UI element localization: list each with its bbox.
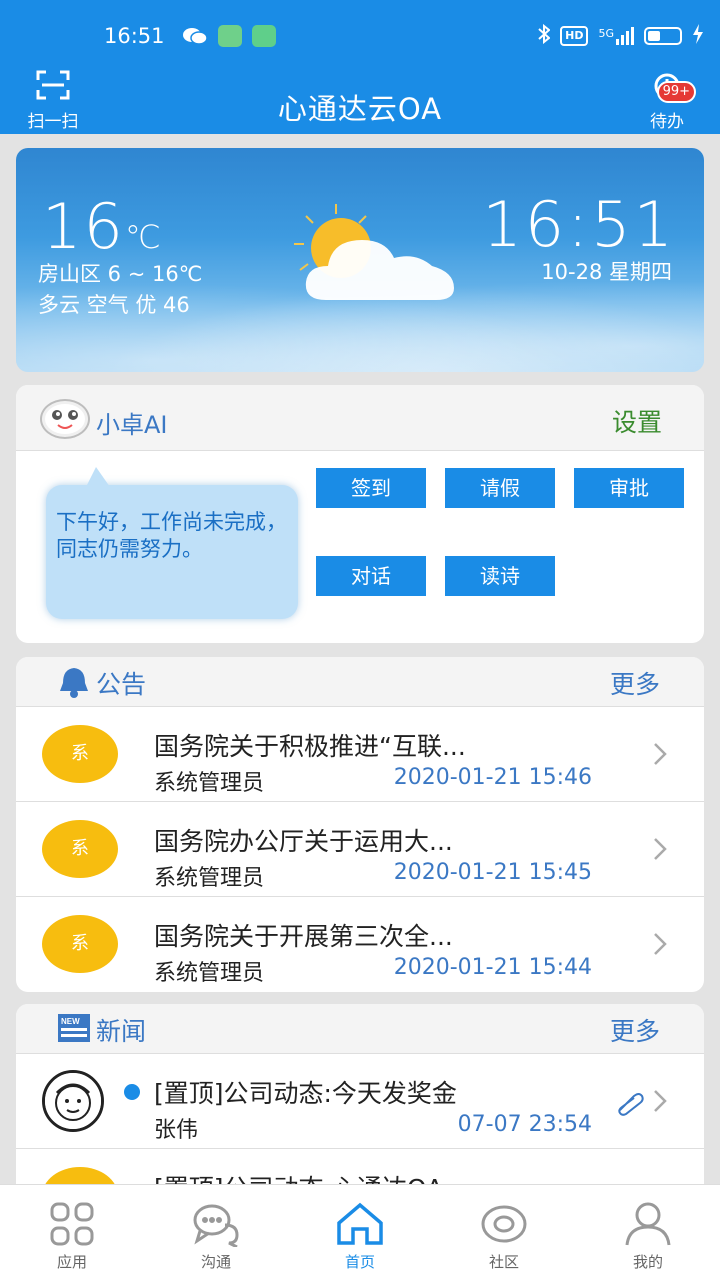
notice-item-date: 2020-01-21 15:46 xyxy=(393,765,592,790)
chat-icon xyxy=(191,1201,241,1249)
ai-assistant-card: 小卓AI 设置 下午好，工作尚未完成，同志仍需努力。 签到 请假 审批 对话 读… xyxy=(16,385,704,643)
chevron-right-icon xyxy=(652,1088,668,1114)
status-right: HD 5G xyxy=(538,23,704,48)
bluetooth-icon xyxy=(538,23,551,48)
wechat-icon xyxy=(182,25,208,47)
nav-apps[interactable]: 应用 xyxy=(0,1185,144,1280)
chevron-right-icon xyxy=(652,741,668,767)
notice-row[interactable]: 系 国务院关于积极推进“互联... 系统管理员 2020-01-21 15:46 xyxy=(16,707,704,802)
notice-item-author: 系统管理员 xyxy=(154,771,265,796)
network-label: 5G xyxy=(598,27,614,40)
bell-icon xyxy=(56,665,92,699)
approve-button[interactable]: 审批 xyxy=(574,468,684,508)
nav-chat-label: 沟通 xyxy=(200,1253,231,1271)
notice-row[interactable]: 系 国务院关于开展第三次全... 系统管理员 2020-01-21 15:44 xyxy=(16,897,704,992)
ai-title: 小卓AI xyxy=(96,411,168,439)
nav-apps-label: 应用 xyxy=(56,1253,87,1271)
ai-card-header: 小卓AI 设置 xyxy=(16,385,704,451)
location-range: 房山区 6 ~ 16℃ xyxy=(38,262,203,286)
news-more-link[interactable]: 更多 xyxy=(610,1012,660,1048)
ai-settings-button[interactable]: 设置 xyxy=(612,403,662,439)
todo-icon: 99+ xyxy=(650,73,696,104)
poem-button[interactable]: 读诗 xyxy=(445,556,555,596)
nav-home[interactable]: 首页 xyxy=(288,1185,432,1280)
partly-cloudy-icon xyxy=(286,200,466,310)
shop-app-icon xyxy=(252,25,276,47)
profile-icon xyxy=(623,1201,673,1247)
dialog-button[interactable]: 对话 xyxy=(316,556,426,596)
notice-avatar: 系 xyxy=(42,820,118,878)
notice-avatar: 系 xyxy=(42,915,118,973)
todo-button[interactable]: 99+ 待办 xyxy=(632,70,702,132)
notice-item-title: 国务院办公厅关于运用大... xyxy=(154,827,453,856)
app-title: 心通达云OA xyxy=(277,92,443,126)
nav-profile[interactable]: 我的 xyxy=(576,1185,720,1280)
temperature-unit: ℃ xyxy=(124,218,163,256)
notice-more-link[interactable]: 更多 xyxy=(610,665,660,701)
apps-icon xyxy=(47,1201,97,1247)
nav-home-label: 首页 xyxy=(344,1253,375,1271)
home-icon xyxy=(335,1201,385,1247)
battery-icon xyxy=(644,27,682,45)
news-item-author: 张伟 xyxy=(154,1118,199,1143)
charging-icon xyxy=(692,24,704,48)
notice-item-date: 2020-01-21 15:44 xyxy=(393,955,592,980)
chevron-right-icon xyxy=(652,931,668,957)
top-bar: 16:51 HD 5G 扫一扫 心通达云OA 99+ 待办 xyxy=(0,0,720,134)
news-header: NEW 新闻 更多 xyxy=(16,1004,704,1054)
notice-item-date: 2020-01-21 15:45 xyxy=(393,860,592,885)
temperature-value: 16 xyxy=(42,190,125,263)
date-weekday: 10-28 星期四 xyxy=(541,260,672,284)
leave-button[interactable]: 请假 xyxy=(445,468,555,508)
notice-title: 公告 xyxy=(96,670,147,699)
condition-air-quality: 多云 空气 优 46 xyxy=(38,293,190,317)
nav-community[interactable]: 社区 xyxy=(432,1185,576,1280)
notice-row[interactable]: 系 国务院办公厅关于运用大... 系统管理员 2020-01-21 15:45 xyxy=(16,802,704,897)
todo-label: 待办 xyxy=(650,112,684,132)
user-avatar xyxy=(42,1070,104,1132)
clock: 16:51 xyxy=(482,188,676,261)
notice-avatar: 系 xyxy=(42,725,118,783)
svg-text:NEW: NEW xyxy=(61,1017,80,1026)
status-bar: 16:51 HD 5G xyxy=(0,0,720,72)
todo-badge: 99+ xyxy=(656,81,696,103)
signal-icon: 5G xyxy=(598,27,634,45)
nav-profile-label: 我的 xyxy=(632,1253,663,1271)
robot-avatar-icon xyxy=(40,399,90,439)
news-title: 新闻 xyxy=(96,1017,147,1046)
nav-community-label: 社区 xyxy=(488,1253,519,1271)
notice-card: 公告 更多 系 国务院关于积极推进“互联... 系统管理员 2020-01-21… xyxy=(16,657,704,992)
unread-dot xyxy=(124,1084,140,1100)
news-card: NEW 新闻 更多 [置顶]公司动态:今天发奖金 张伟 07-07 23:54 … xyxy=(16,1004,704,1204)
notice-item-title: 国务院关于积极推进“互联... xyxy=(154,732,466,761)
notice-header: 公告 更多 xyxy=(16,657,704,707)
notice-item-author: 系统管理员 xyxy=(154,866,265,891)
ai-message-bubble: 下午好，工作尚未完成，同志仍需努力。 xyxy=(46,467,298,619)
status-time: 16:51 xyxy=(104,24,165,48)
notice-item-author: 系统管理员 xyxy=(154,961,265,986)
chevron-right-icon xyxy=(652,836,668,862)
hd-badge: HD xyxy=(560,26,589,46)
newspaper-icon: NEW xyxy=(56,1012,92,1046)
weather-card[interactable]: 16℃ 房山区 6 ~ 16℃ 多云 空气 优 46 16:51 10-28 星… xyxy=(16,148,704,372)
message-app-icon xyxy=(218,25,242,47)
community-icon xyxy=(479,1201,529,1247)
news-item-date: 07-07 23:54 xyxy=(457,1112,592,1137)
checkin-button[interactable]: 签到 xyxy=(316,468,426,508)
news-item-title: [置顶]公司动态:今天发奖金 xyxy=(154,1079,457,1108)
notice-item-title: 国务院关于开展第三次全... xyxy=(154,922,453,951)
nav-chat[interactable]: 沟通 xyxy=(144,1185,288,1280)
news-row[interactable]: [置顶]公司动态:今天发奖金 张伟 07-07 23:54 xyxy=(16,1054,704,1149)
bottom-nav: 应用 沟通 首页 社区 我的 xyxy=(0,1184,720,1280)
attachment-icon xyxy=(614,1092,644,1116)
current-temperature: 16℃ xyxy=(42,190,163,263)
